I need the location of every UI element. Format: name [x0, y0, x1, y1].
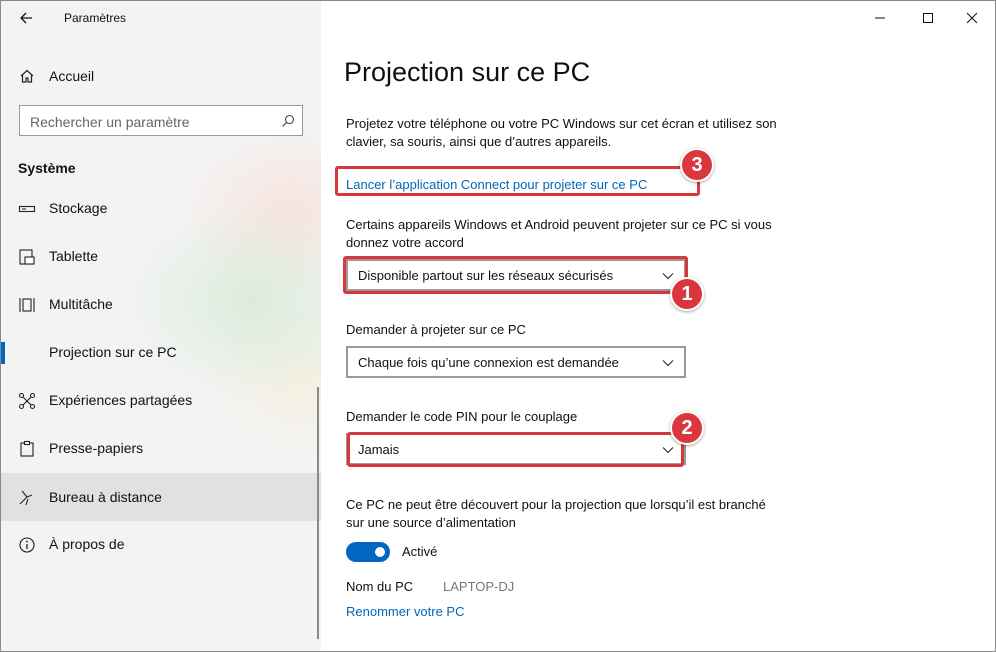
- annotation-badge-1: 1: [670, 277, 704, 311]
- sidebar-item-label: Expériences partagées: [49, 392, 193, 408]
- sidebar-item-storage[interactable]: Stockage: [1, 187, 321, 231]
- main-content: Projection sur ce PC Projetez votre télé…: [321, 1, 995, 651]
- back-button[interactable]: [15, 8, 37, 28]
- power-toggle[interactable]: [346, 542, 390, 562]
- power-toggle-label: Activé: [402, 544, 438, 559]
- pin-label: Demander le code PIN pour le couplage: [346, 409, 578, 424]
- intro-text: Projetez votre téléphone ou votre PC Win…: [346, 116, 777, 149]
- maximize-button[interactable]: [903, 1, 953, 35]
- pc-name-label: Nom du PC: [346, 579, 414, 594]
- clipboard-icon: [17, 439, 37, 459]
- rename-pc-link[interactable]: Renommer votre PC: [346, 604, 464, 619]
- sidebar-item-multitask[interactable]: Multitâche: [1, 283, 321, 327]
- title-bar: Paramètres: [1, 1, 321, 35]
- annotation-badge-2: 2: [670, 411, 704, 445]
- sidebar-item-label: Stockage: [49, 200, 108, 216]
- sidebar-item-label: Presse-papiers: [49, 440, 144, 456]
- sidebar-item-label: Bureau à distance: [49, 489, 162, 505]
- power-description: Ce PC ne peut être découvert pour la pro…: [346, 497, 766, 530]
- sidebar-scrollbar[interactable]: [317, 387, 319, 639]
- sidebar-item-label: Tablette: [49, 248, 99, 264]
- ask-label: Demander à projeter sur ce PC: [346, 322, 526, 337]
- annotation-box-3: [335, 166, 700, 196]
- info-icon: [17, 535, 37, 555]
- sidebar-item-label: Projection sur ce PC: [49, 344, 177, 360]
- search-input[interactable]: [20, 106, 282, 137]
- annotation-box-2: [347, 432, 684, 467]
- home-icon: [17, 66, 37, 86]
- sidebar-item-label: À propos de: [49, 536, 125, 552]
- back-arrow-icon: [20, 12, 32, 24]
- sidebar-item-shared-experiences[interactable]: Expériences partagées: [1, 379, 321, 423]
- app-title: Paramètres: [64, 11, 127, 25]
- chevron-down-icon: [662, 360, 674, 367]
- page-title: Projection sur ce PC: [344, 57, 591, 87]
- search-icon[interactable]: [280, 113, 296, 129]
- ask-dropdown[interactable]: Chaque fois qu’une connexion est demandé…: [346, 346, 686, 378]
- close-button[interactable]: [947, 1, 995, 35]
- settings-window: Paramètres Accueil Système Stockage: [0, 0, 996, 652]
- close-icon: [966, 12, 978, 24]
- sidebar-item-about[interactable]: À propos de: [1, 523, 321, 567]
- sidebar: Paramètres Accueil Système Stockage: [1, 1, 321, 651]
- sidebar-home-label: Accueil: [49, 68, 95, 84]
- active-indicator: [1, 342, 5, 364]
- minimize-button[interactable]: [855, 1, 905, 35]
- sidebar-item-remote-desktop[interactable]: Bureau à distance: [1, 473, 321, 521]
- annotation-box-1: [343, 256, 688, 294]
- ask-dropdown-value: Chaque fois qu’une connexion est demandé…: [358, 355, 619, 370]
- availability-description: Certains appareils Windows et Android pe…: [346, 217, 772, 250]
- minimize-icon: [875, 17, 885, 19]
- search-box[interactable]: [19, 105, 303, 137]
- tablet-icon: [17, 247, 37, 267]
- storage-icon: [17, 199, 37, 219]
- annotation-badge-3: 3: [680, 148, 714, 182]
- sidebar-item-label: Multitâche: [49, 296, 113, 312]
- sidebar-item-tablet[interactable]: Tablette: [1, 235, 321, 279]
- sidebar-item-clipboard[interactable]: Presse-papiers: [1, 427, 321, 471]
- toggle-knob: [375, 547, 385, 557]
- remote-desktop-icon: [17, 487, 37, 507]
- multitask-icon: [17, 295, 37, 315]
- pc-name-value: LAPTOP-DJ: [443, 579, 515, 594]
- sidebar-item-projection[interactable]: Projection sur ce PC: [1, 331, 321, 375]
- shared-experiences-icon: [17, 391, 37, 411]
- maximize-icon: [923, 13, 933, 23]
- sidebar-item-home[interactable]: Accueil: [1, 59, 321, 93]
- section-title: Système: [18, 160, 76, 176]
